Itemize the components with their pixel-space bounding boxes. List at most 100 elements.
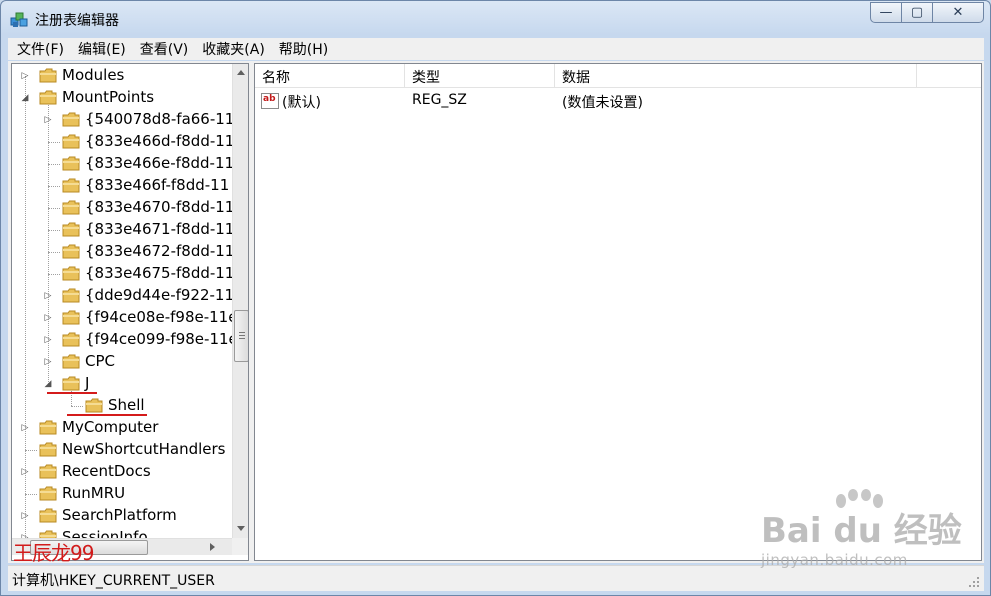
maximize-button[interactable]: ▢ [901,2,933,23]
column-header-data[interactable]: 数据 [555,64,917,88]
baidu-brand-url: jingyan.baidu.com [761,551,908,569]
tree-connector-line [48,186,60,187]
folder-icon [39,90,57,105]
folder-icon [62,134,80,149]
scroll-down-arrow-icon[interactable] [237,526,245,531]
folder-icon [62,354,80,369]
tree-node-label: {833e4675-f8dd-11 [85,264,232,282]
folder-icon [62,112,80,127]
tree-node[interactable]: ▷ {dde9d44e-f922-11 [12,285,232,307]
tree-node-label: {833e466e-f8dd-11 [85,154,232,172]
tree-node[interactable]: ▷ MyComputer [12,417,232,439]
expand-arrow-icon[interactable]: ▷ [21,512,29,521]
folder-icon [39,68,57,83]
minimize-button[interactable]: — [870,2,902,23]
caption-buttons: — ▢ ✕ [870,2,984,24]
expand-arrow-icon[interactable]: ▷ [44,358,52,367]
column-header-filler [917,64,981,88]
tree-node-label: RecentDocs [62,462,151,480]
minimize-icon: — [879,5,893,20]
column-header-name[interactable]: 名称 [255,64,405,88]
registry-editor-app-icon [10,12,28,27]
baidu-jingyan-watermark: Bai du 经验 jingyan.baidu.com [761,489,981,579]
menu-file[interactable]: 文件(F) [10,39,71,59]
menu-help[interactable]: 帮助(H) [272,39,335,59]
baidu-brand-text: Bai du 经验 [761,511,962,551]
tree-node-label: SearchPlatform [62,506,177,524]
tree-node[interactable]: {833e4671-f8dd-11 [12,219,232,241]
tree-node[interactable]: RunMRU [12,483,232,505]
scroll-right-arrow-icon[interactable] [210,543,215,551]
tree-vertical-scrollbar[interactable] [232,64,248,538]
menu-bar: 文件(F) 编辑(E) 查看(V) 收藏夹(A) 帮助(H) [8,38,984,60]
tree-node[interactable]: ◢ MountPoints [12,87,232,109]
close-button[interactable]: ✕ [932,2,984,23]
expand-arrow-icon[interactable]: ▷ [44,116,52,125]
menu-favorites[interactable]: 收藏夹(A) [195,39,272,59]
tree-node[interactable]: ▷ {f94ce099-f98e-11e [12,329,232,351]
tree-node-label: {833e466d-f8dd-11 [85,132,232,150]
title-bar[interactable]: 注册表编辑器 — ▢ ✕ [1,1,990,37]
tree-node-label: {833e4672-f8dd-11 [85,242,232,260]
expand-arrow-icon[interactable]: ▷ [21,468,29,477]
folder-icon [62,200,80,215]
tree-node-label: {833e4670-f8dd-11 [85,198,232,216]
tree-connector-line [48,252,60,253]
collapse-arrow-icon[interactable]: ◢ [44,380,52,389]
tree-node-label: MountPoints [62,88,155,106]
tree-node[interactable]: ▷ SearchPlatform [12,505,232,527]
expand-arrow-icon[interactable]: ▷ [44,292,52,301]
tree-connector-line [71,406,83,407]
grip-line [239,335,245,336]
string-value-icon: ab [261,93,279,109]
tree-node[interactable]: NewShortcutHandlers [12,439,232,461]
tree-connector-line [25,494,37,495]
expand-arrow-icon[interactable]: ▷ [44,336,52,345]
tree-connector-line [25,450,37,451]
folder-icon [39,464,57,479]
tree-node[interactable]: {833e4672-f8dd-11 [12,241,232,263]
folder-icon [39,420,57,435]
tree-node-label: {833e466f-f8dd-11 [85,176,230,194]
value-list[interactable]: 名称 类型 数据 ab (默认) REG_SZ (数值未设置) [254,63,982,561]
folder-icon [62,310,80,325]
tree-node-label: {f94ce099-f98e-11e [85,330,232,348]
tree-node-label: Modules [62,66,125,84]
expand-arrow-icon[interactable]: ▷ [44,314,52,323]
tree-node-label: {833e4671-f8dd-11 [85,220,232,238]
expand-arrow-icon[interactable]: ▷ [21,424,29,433]
tree-node[interactable]: ▷ RecentDocs [12,461,232,483]
tree-node[interactable]: {833e466e-f8dd-11 [12,153,232,175]
tree-connector-line [48,142,60,143]
menu-edit[interactable]: 编辑(E) [71,39,133,59]
tree-node[interactable]: ▷ Modules [12,65,232,87]
folder-icon [62,244,80,259]
close-icon: ✕ [952,5,964,20]
folder-icon [62,332,80,347]
tree-node[interactable]: {833e4670-f8dd-11 [12,197,232,219]
scroll-up-arrow-icon[interactable] [237,70,245,75]
folder-icon [62,222,80,237]
value-data: (数值未设置) [562,95,643,111]
collapse-arrow-icon[interactable]: ◢ [21,94,29,103]
tree-connector-line [48,208,60,209]
tree-node-label: Shell [108,396,145,414]
scrollbar-corner [232,538,248,555]
tree-node[interactable]: {833e466f-f8dd-11 [12,175,232,197]
tree-node[interactable]: ◢ J [12,373,232,395]
tree-node[interactable]: ▷ CPC [12,351,232,373]
folder-icon [39,486,57,501]
registry-key-tree[interactable]: ▷ Modules ◢ MountPoints ▷ {540078d8-fa66-11 {8… [11,63,249,561]
tree-node[interactable]: {833e4675-f8dd-11 [12,263,232,285]
menu-view[interactable]: 查看(V) [133,39,196,59]
value-row[interactable]: ab (默认) REG_SZ (数值未设置) [255,90,981,112]
expand-arrow-icon[interactable]: ▷ [21,72,29,81]
tree-node[interactable]: {833e466d-f8dd-11 [12,131,232,153]
status-path: 计算机\HKEY_CURRENT_USER [12,573,215,589]
tree-vertical-scroll-thumb[interactable] [234,310,248,362]
tree-node[interactable]: ▷ {540078d8-fa66-11 [12,109,232,131]
tree-node[interactable]: ▷ {f94ce08e-f98e-11e [12,307,232,329]
column-header-type[interactable]: 类型 [405,64,555,88]
window-title: 注册表编辑器 [35,13,119,29]
tree-node-label: NewShortcutHandlers [62,440,226,458]
